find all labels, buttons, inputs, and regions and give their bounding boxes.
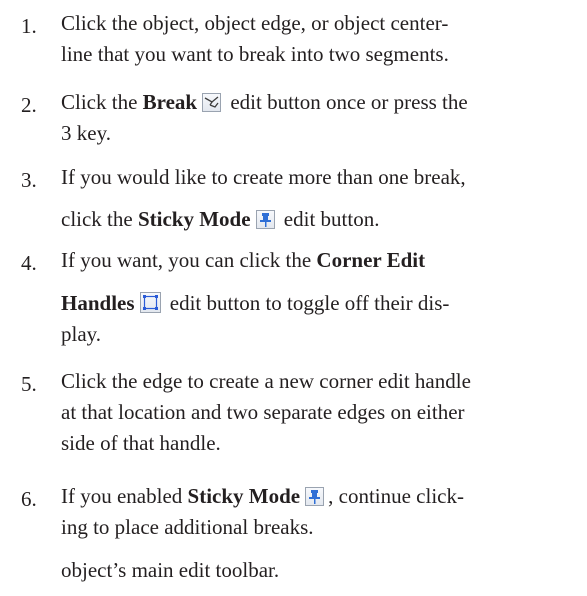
step-text-line: 3 key. bbox=[61, 121, 111, 145]
step-number: 6. bbox=[21, 487, 37, 511]
pushpin-icon bbox=[305, 487, 325, 506]
text-run: If you enabled bbox=[61, 484, 188, 508]
text-run: , continue click- bbox=[328, 484, 464, 508]
step-text-line: Click the Break edit button once or pres… bbox=[61, 90, 468, 115]
trailing-text: object’s main edit toolbar. bbox=[61, 558, 280, 582]
step-number: 4. bbox=[21, 251, 37, 275]
corner-edit-tool-name: Corner Edit bbox=[316, 248, 426, 272]
step-text-line: play. bbox=[61, 322, 102, 346]
step-number: 1. bbox=[21, 14, 37, 38]
text-run: edit button. bbox=[278, 207, 380, 231]
corner-edit-handles-icon bbox=[139, 292, 161, 313]
step-text-line: click the Sticky Mode edit button. bbox=[61, 207, 379, 232]
break-icon bbox=[202, 93, 222, 112]
pushpin-icon bbox=[255, 210, 275, 229]
text-run: Click the bbox=[61, 90, 143, 114]
sticky-mode-tool-name: Sticky Mode bbox=[137, 207, 251, 231]
step-number: 2. bbox=[21, 93, 37, 117]
step-text-line: ing to place additional breaks. bbox=[61, 515, 314, 539]
text-run: click the bbox=[61, 207, 138, 231]
step-text-line: Handles edit button to toggle off their … bbox=[61, 291, 449, 316]
text-run: edit button to toggle off their dis- bbox=[164, 291, 450, 315]
step-text-line: at that location and two separate edges … bbox=[61, 400, 465, 424]
handles-tool-name: Handles bbox=[61, 291, 135, 315]
step-number: 3. bbox=[21, 168, 37, 192]
step-number: 5. bbox=[21, 372, 37, 396]
step-text-line: If you would like to create more than on… bbox=[61, 165, 466, 189]
step-text-line: Click the edge to create a new corner ed… bbox=[61, 369, 471, 393]
text-run: If you want, you can click the bbox=[61, 248, 317, 272]
step-text-line: line that you want to break into two seg… bbox=[61, 42, 449, 66]
break-tool-name: Break bbox=[142, 90, 198, 114]
sticky-mode-tool-name: Sticky Mode bbox=[187, 484, 301, 508]
step-text-line: If you want, you can click the Corner Ed… bbox=[61, 248, 425, 273]
step-text-line: side of that handle. bbox=[61, 431, 221, 455]
step-text-line: If you enabled Sticky Mode , continue cl… bbox=[61, 484, 464, 509]
step-text-line: Click the object, object edge, or object… bbox=[61, 11, 449, 35]
text-run: edit button once or press the bbox=[225, 90, 468, 114]
